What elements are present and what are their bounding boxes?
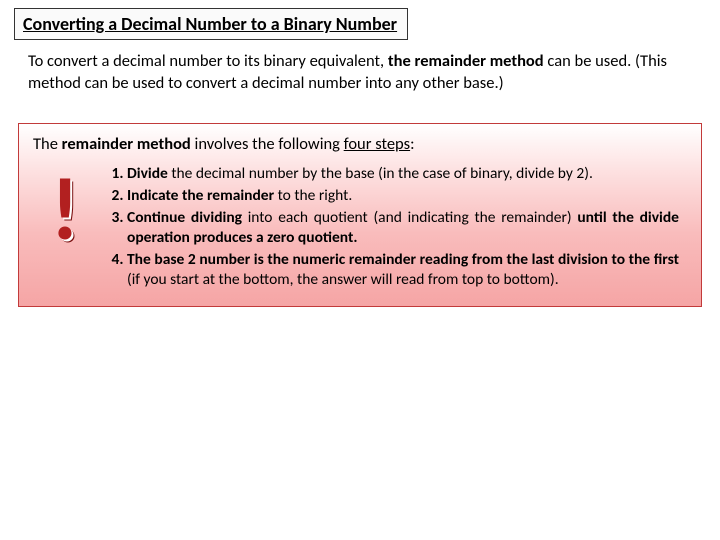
steps-panel: The remainder method involves the follow… — [18, 123, 702, 308]
intro-text: To convert a decimal number to its binar… — [14, 50, 706, 95]
step-text: to the right. — [274, 186, 352, 205]
step-text: into each quotient (and indicating the r… — [242, 208, 577, 227]
list-item: 4) The base 2 number is the numeric rema… — [127, 250, 679, 290]
step-bold: The base 2 number is the numeric remaind… — [127, 250, 679, 269]
step-bold: Indicate the remainder — [127, 186, 274, 205]
list-item: 2) Indicate the remainder to the right. — [127, 186, 679, 206]
step-text: (if you start at the bottom, the answer … — [127, 270, 559, 289]
steps-list: 1) Divide the decimal number by the base… — [103, 164, 687, 293]
panel-lead-underline: four steps — [344, 134, 410, 154]
step-bold: Divide — [127, 164, 168, 183]
list-item: 3) Continue dividing into each quotient … — [127, 208, 679, 248]
slide: Converting a Decimal Number to a Binary … — [0, 0, 720, 540]
panel-lead-post: : — [410, 134, 414, 154]
intro-pre: To convert a decimal number to its binar… — [28, 51, 388, 71]
page-title: Converting a Decimal Number to a Binary … — [14, 8, 408, 40]
exclamation-icon: ! — [33, 164, 97, 247]
panel-body: ! 1) Divide the decimal number by the ba… — [33, 164, 687, 293]
panel-lead-mid: involves the following — [191, 134, 344, 154]
panel-lead-bold: remainder method — [62, 134, 191, 154]
intro-bold: the remainder method — [388, 51, 544, 71]
panel-heading: The remainder method involves the follow… — [33, 134, 687, 154]
step-text: the decimal number by the base (in the c… — [168, 164, 593, 183]
panel-lead-pre: The — [33, 134, 62, 154]
step-bold: Continue dividing — [127, 208, 242, 227]
list-item: 1) Divide the decimal number by the base… — [127, 164, 679, 184]
